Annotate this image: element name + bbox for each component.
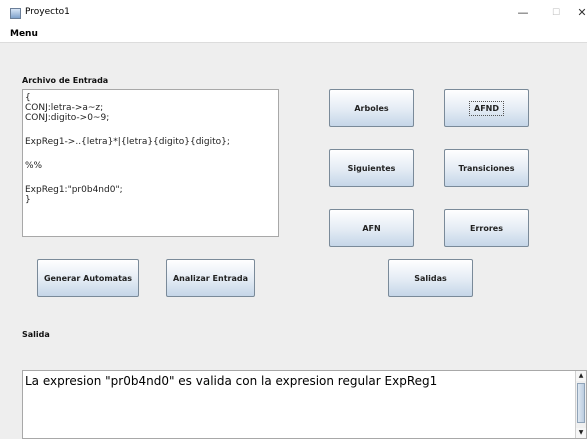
input-line: { [25,93,31,103]
afnd-button-label: AFND [469,100,504,116]
input-line [25,123,276,133]
analizar-entrada-button-label: Analizar Entrada [172,273,248,283]
input-line: ExpReg1:"pr0b4nd0"; [25,185,123,195]
afn-button-label: AFN [362,223,381,233]
minimize-button[interactable]: — [512,4,534,22]
salidas-button[interactable]: Salidas [388,259,473,297]
input-line: CONJ:digito->0~9; [25,113,110,123]
siguientes-button[interactable]: Siguientes [329,149,414,187]
scroll-thumb[interactable] [577,383,585,423]
window-title: Proyecto1 [25,7,70,17]
generar-automatas-button[interactable]: Generar Automatas [37,259,139,297]
siguientes-button-label: Siguientes [347,163,396,173]
input-line: %% [25,161,43,171]
output-scrollbar[interactable]: ▲ ▼ [575,371,586,438]
input-textarea[interactable]: { CONJ:letra->a~z; CONJ:digito->0~9; Exp… [22,89,279,237]
output-textarea[interactable]: La expresion "pr0b4nd0" es valida con la… [22,370,587,439]
java-app-icon [10,8,21,19]
input-line [25,147,276,157]
title-bar: Proyecto1 — ☐ ✕ [0,0,587,27]
transiciones-button-label: Transiciones [458,163,515,173]
input-line: ExpReg1->..{letra}*|{letra}{digito}{digi… [25,137,230,147]
transiciones-button[interactable]: Transiciones [444,149,529,187]
afnd-button[interactable]: AFND [444,89,529,127]
output-label: Salida [22,330,50,339]
output-text: La expresion "pr0b4nd0" es valida con la… [25,374,438,388]
scroll-down-arrow-icon[interactable]: ▼ [576,428,586,438]
maximize-button[interactable]: ☐ [545,4,567,22]
errores-button-label: Errores [470,223,503,233]
menu-bar: Menu [0,27,587,43]
salidas-button-label: Salidas [414,273,447,283]
generar-automatas-button-label: Generar Automatas [43,273,133,283]
input-line: } [25,195,31,205]
arboles-button-label: Arboles [354,103,389,113]
afn-button[interactable]: AFN [329,209,414,247]
input-line [25,171,276,181]
scroll-up-arrow-icon[interactable]: ▲ [576,371,586,381]
input-line: CONJ:letra->a~z; [25,103,104,113]
menu-item-menu[interactable]: Menu [10,29,38,39]
menu-divider [0,42,587,43]
input-label: Archivo de Entrada [22,76,109,85]
errores-button[interactable]: Errores [444,209,529,247]
close-button[interactable]: ✕ [575,4,587,22]
analizar-entrada-button[interactable]: Analizar Entrada [166,259,255,297]
arboles-button[interactable]: Arboles [329,89,414,127]
